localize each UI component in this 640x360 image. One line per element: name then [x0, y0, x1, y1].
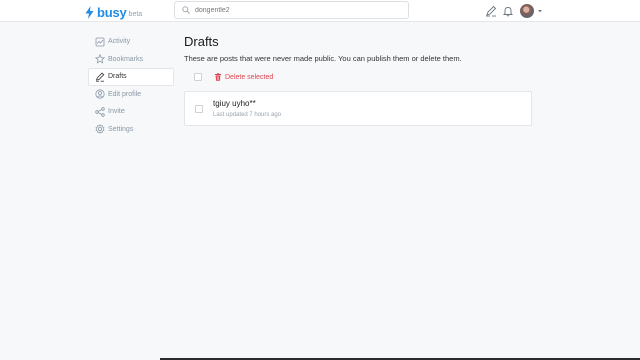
sidebar-item-activity[interactable]: Activity	[88, 33, 174, 51]
write-icon	[95, 72, 105, 82]
user-icon	[95, 89, 105, 99]
sidebar-item-label: Activity	[108, 38, 131, 46]
sidebar-item-settings[interactable]: Settings	[88, 121, 174, 139]
draft-item[interactable]: tgiuy uyho** Last updated 7 hours ago	[184, 91, 532, 126]
page-subtitle: These are posts that were never made pub…	[184, 54, 462, 63]
sidebar-nav: Activity Bookmarks Drafts Edit profile I…	[88, 33, 174, 138]
logo-text: busy	[97, 5, 127, 20]
chevron-down-icon[interactable]	[537, 8, 543, 14]
write-icon[interactable]	[485, 5, 497, 17]
select-all-checkbox[interactable]	[194, 73, 202, 81]
bolt-icon	[85, 6, 94, 19]
sidebar-item-label: Invite	[108, 108, 125, 116]
activity-icon	[95, 37, 105, 47]
draft-checkbox[interactable]	[195, 105, 203, 113]
sidebar-item-drafts[interactable]: Drafts	[88, 68, 174, 86]
page-title: Drafts	[184, 34, 219, 49]
trash-icon	[215, 73, 221, 81]
sidebar-item-bookmarks[interactable]: Bookmarks	[88, 51, 174, 69]
sidebar-item-label: Settings	[108, 125, 134, 133]
sidebar-item-label: Edit profile	[108, 90, 142, 98]
share-icon	[95, 107, 105, 117]
bell-icon[interactable]	[502, 5, 514, 17]
draft-title[interactable]: tgiuy uyho**	[213, 99, 256, 108]
beta-badge: beta	[128, 11, 143, 18]
sidebar-item-label: Drafts	[108, 73, 127, 81]
sidebar-item-invite[interactable]: Invite	[88, 103, 174, 121]
draft-last-updated: Last updated 7 hours ago	[213, 112, 282, 118]
search-icon	[182, 6, 190, 14]
star-icon	[95, 54, 105, 64]
top-actions	[485, 4, 543, 18]
drafts-main: Drafts These are posts that were never m…	[184, 34, 532, 126]
sidebar-item-label: Bookmarks	[108, 55, 144, 63]
sidebar-item-edit-profile[interactable]: Edit profile	[88, 86, 174, 104]
busy-logo[interactable]: busy beta	[85, 3, 142, 19]
gear-icon	[95, 124, 105, 135]
search-input[interactable]	[195, 6, 395, 14]
delete-selected-label: Delete selected	[225, 73, 274, 81]
bulk-actions: Delete selected	[184, 69, 532, 85]
top-navbar: busy beta	[0, 0, 640, 22]
search-box[interactable]	[174, 1, 409, 19]
delete-selected-button[interactable]: Delete selected	[214, 73, 273, 81]
avatar[interactable]	[520, 4, 534, 18]
